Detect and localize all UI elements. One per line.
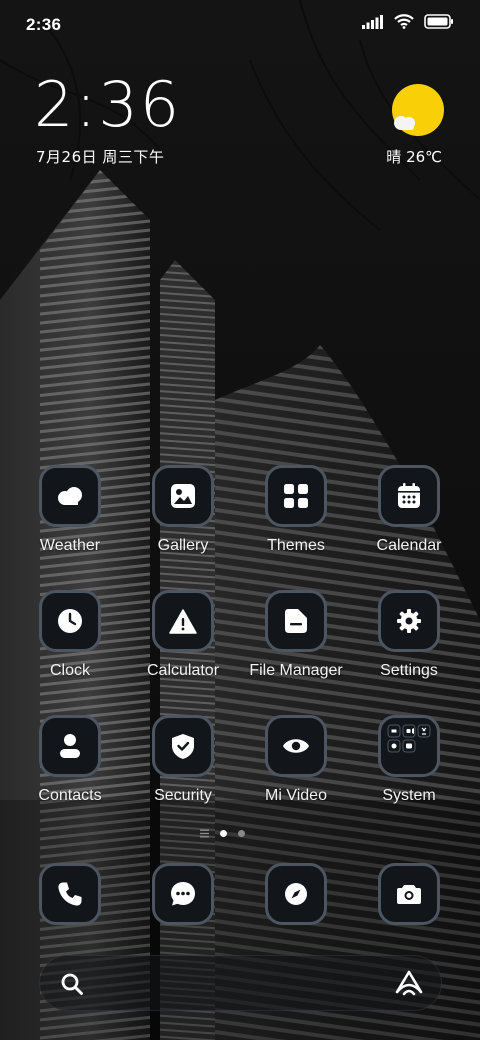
contacts-app-tile[interactable] [39, 715, 101, 777]
app-label: File Manager [249, 662, 343, 679]
cloud-icon [394, 116, 415, 130]
app-label: System [382, 787, 436, 804]
messages-app-tile[interactable] [152, 863, 214, 925]
gallery-icon [171, 484, 195, 508]
assistant-icon[interactable] [395, 970, 423, 996]
app-calculator[interactable]: Calculator [128, 590, 238, 680]
clock-widget-date: 7月26日 周三下午 [36, 148, 165, 166]
phone-app-tile[interactable] [39, 863, 101, 925]
settings-app-tile[interactable] [378, 590, 440, 652]
calculator-icon [169, 608, 197, 634]
app-themes[interactable]: Themes [241, 465, 351, 555]
app-contacts[interactable]: Contacts [15, 715, 125, 805]
dock-messages[interactable] [128, 863, 238, 925]
calendar-app-tile[interactable] [378, 465, 440, 527]
app-label: Mi Video [265, 787, 327, 804]
folder-icon [387, 724, 431, 753]
signal-icon [362, 14, 383, 29]
weather-app-tile[interactable] [39, 465, 101, 527]
security-app-tile[interactable] [152, 715, 214, 777]
file-manager-app-tile[interactable] [265, 590, 327, 652]
browser-icon [285, 883, 307, 905]
dock-phone[interactable] [15, 863, 125, 925]
app-label: Weather [39, 537, 101, 554]
weather-icon [58, 487, 82, 505]
security-icon [172, 733, 194, 759]
app-security[interactable]: Security [128, 715, 238, 805]
gallery-app-tile[interactable] [152, 465, 214, 527]
file-manager-icon [285, 609, 307, 633]
clock-app-tile[interactable] [39, 590, 101, 652]
calendar-icon [398, 483, 420, 508]
calculator-app-tile[interactable] [152, 590, 214, 652]
app-label: Settings [380, 662, 438, 679]
status-icons [362, 14, 454, 29]
system-folder-tile[interactable] [378, 715, 440, 777]
menu-lines-icon [200, 829, 209, 838]
clock-icon [58, 609, 82, 633]
themes-icon [284, 484, 308, 508]
settings-icon [397, 609, 421, 633]
mi-video-app-tile[interactable] [265, 715, 327, 777]
app-settings[interactable]: Settings [354, 590, 464, 680]
app-label: Clock [49, 662, 90, 679]
page-dot-current [220, 830, 227, 837]
page-indicator[interactable] [200, 829, 245, 838]
page-dot [238, 830, 245, 837]
app-clock[interactable]: Clock [15, 590, 125, 680]
messages-icon [171, 882, 195, 906]
app-label: Calculator [146, 662, 220, 679]
video-icon [283, 739, 309, 753]
app-label: Security [154, 787, 212, 804]
app-label: Themes [267, 537, 325, 554]
camera-icon [397, 885, 421, 904]
search-icon[interactable] [60, 972, 84, 996]
app-mi-video[interactable]: Mi Video [241, 715, 351, 805]
app-calendar[interactable]: Calendar [354, 465, 464, 555]
camera-app-tile[interactable] [378, 863, 440, 925]
wifi-icon [394, 14, 414, 29]
app-file-manager[interactable]: File Manager [241, 590, 351, 680]
battery-icon [424, 14, 453, 29]
app-label: Contacts [38, 787, 102, 804]
browser-app-tile[interactable] [265, 863, 327, 925]
phone-icon [58, 882, 82, 906]
app-weather[interactable]: Weather [15, 465, 125, 555]
contacts-icon [60, 734, 80, 758]
search-bar[interactable] [39, 955, 442, 1011]
status-time: 2:36 [26, 15, 62, 34]
app-label: Gallery [157, 537, 209, 554]
themes-app-tile[interactable] [265, 465, 327, 527]
dock-camera[interactable] [354, 863, 464, 925]
app-system-folder[interactable]: System [354, 715, 464, 805]
app-label: Calendar [376, 537, 442, 554]
weather-widget-text: 晴 26℃ [386, 148, 442, 166]
dock-browser[interactable] [241, 863, 351, 925]
app-gallery[interactable]: Gallery [128, 465, 238, 555]
clock-widget-time[interactable]: 2:36 [34, 74, 181, 136]
